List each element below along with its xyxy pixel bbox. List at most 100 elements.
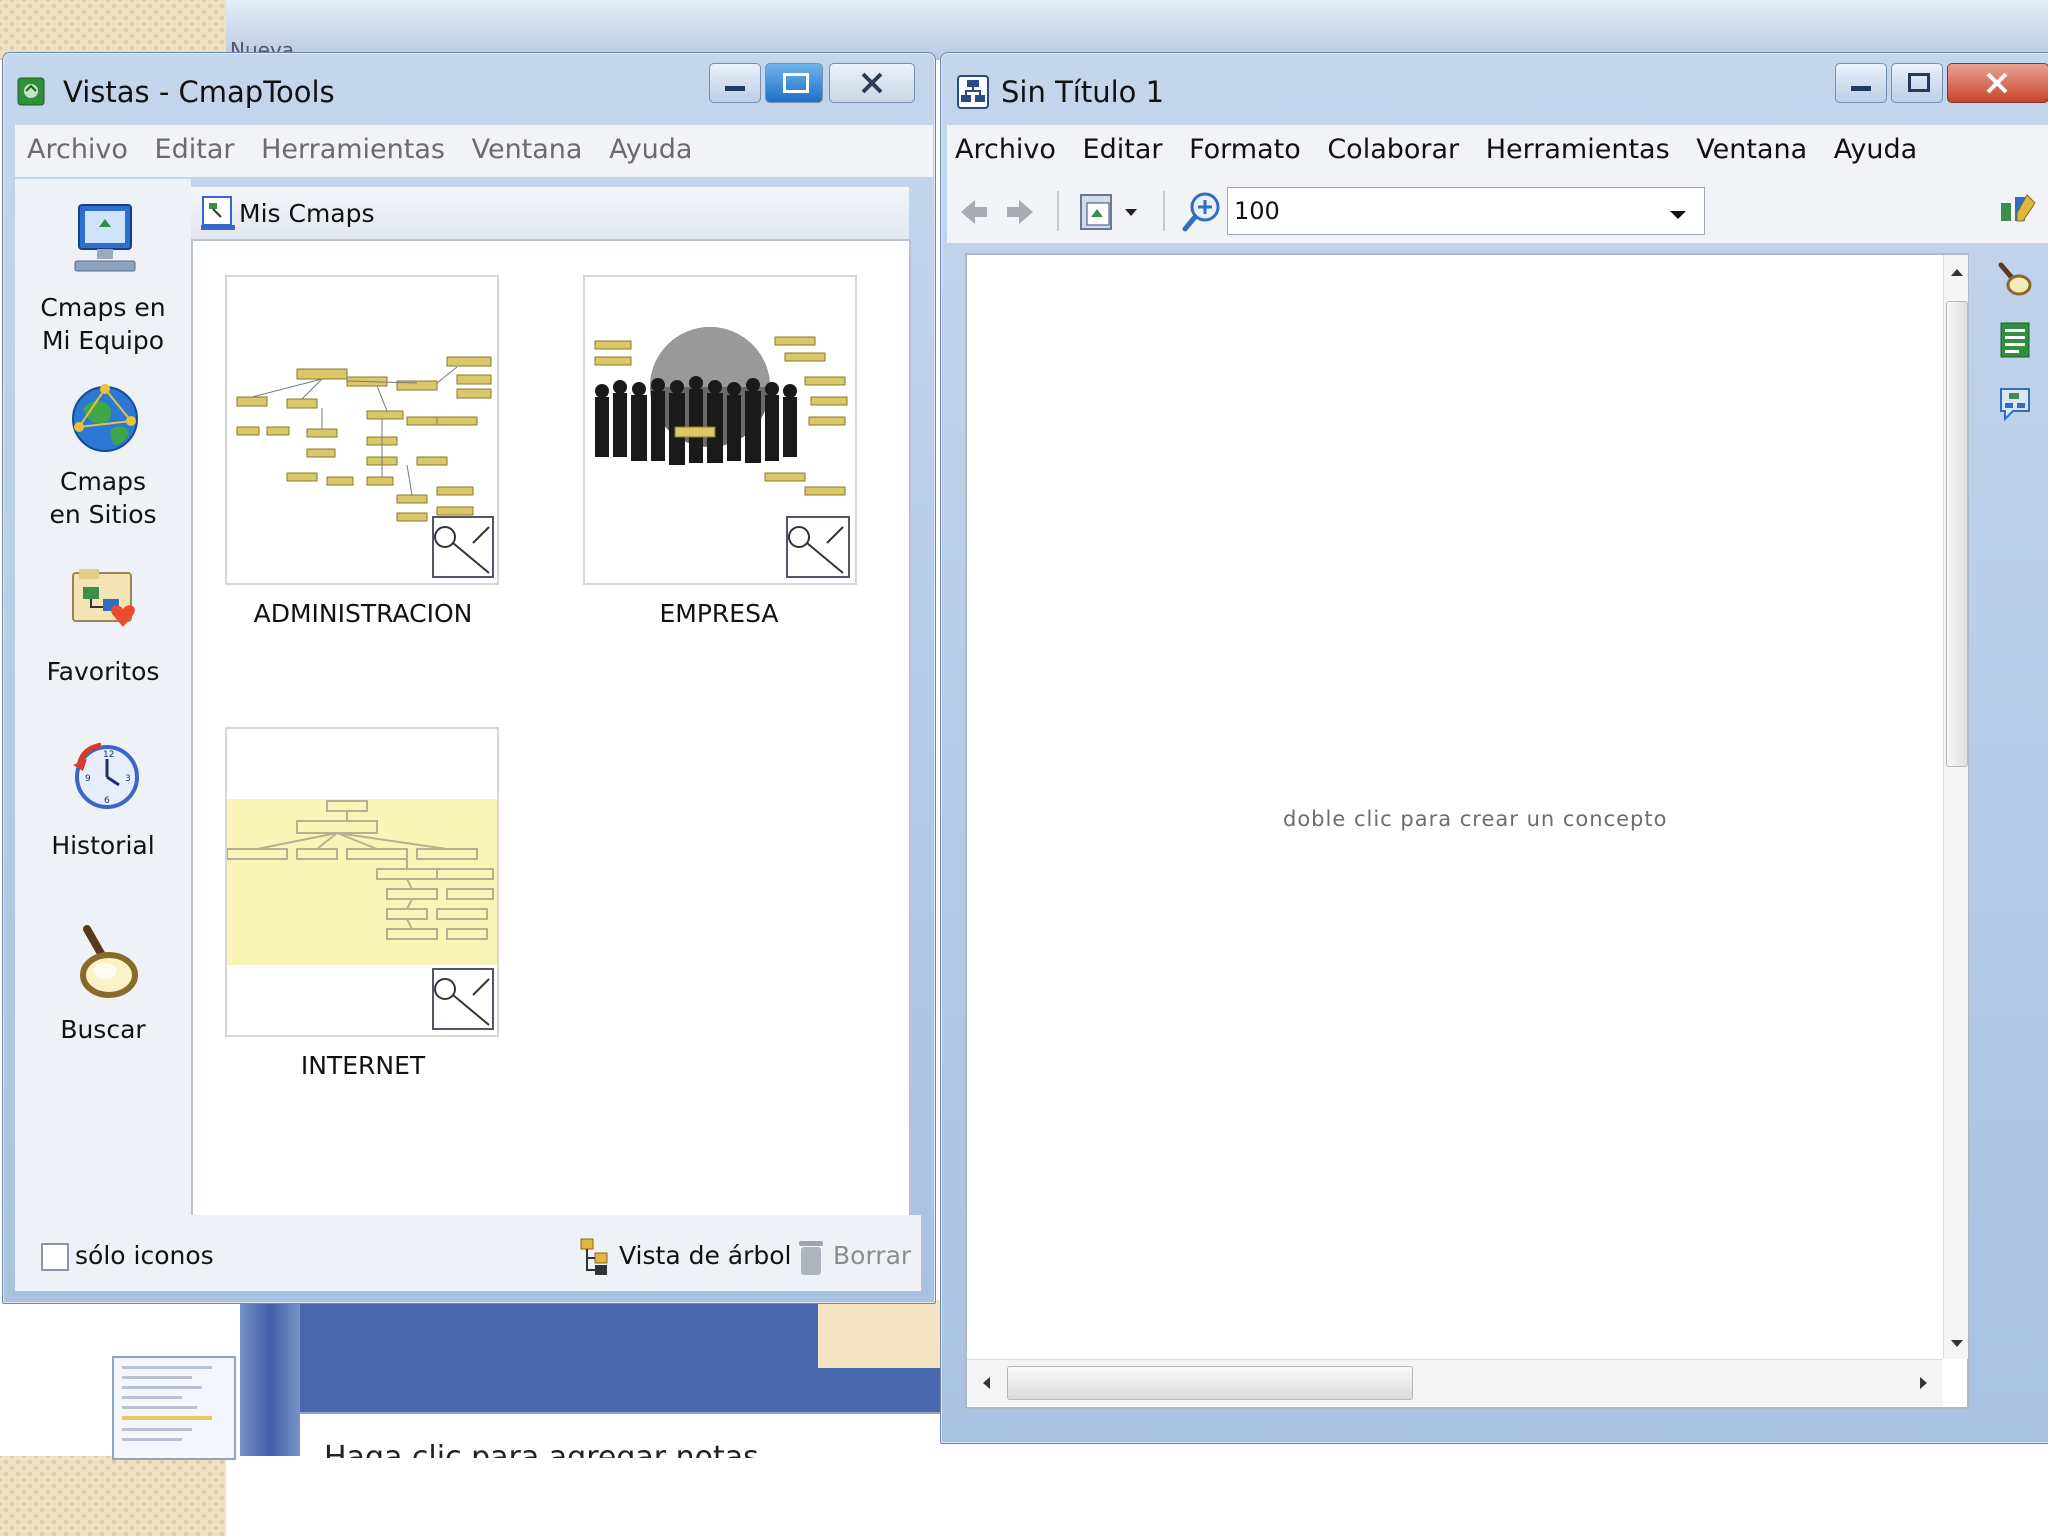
menu-herramientas[interactable]: Herramientas: [1486, 125, 1670, 175]
cmap-item-internet[interactable]: INTERNET: [193, 693, 549, 1113]
editor-window-title: Sin Título 1: [1001, 75, 1165, 109]
delete-label: Borrar: [833, 1241, 912, 1270]
toolbar-separator: [1057, 191, 1059, 231]
sidebar-item-buscar[interactable]: Buscar: [23, 923, 183, 1053]
background-pattern-bottom-left: [0, 1456, 226, 1536]
cmap-name-empresa: EMPRESA: [659, 599, 779, 628]
menu-colaborar[interactable]: Colaborar: [1327, 125, 1459, 175]
chevron-down-icon: [1668, 206, 1688, 225]
menu-editar[interactable]: Editar: [1083, 125, 1163, 175]
solo-iconos-checkbox[interactable]: [41, 1243, 69, 1271]
scroll-down-icon[interactable]: [1950, 1339, 1964, 1349]
menu-formato[interactable]: Formato: [1189, 125, 1301, 175]
back-arrow-icon[interactable]: [959, 197, 989, 231]
sidebar-label-cmaps-en-mi-equipo: Cmaps en Mi Equipo: [40, 293, 166, 355]
cmap-thumbnail: [225, 275, 499, 585]
views-footer: sólo iconos Vista de árbol Borrar: [15, 1215, 921, 1291]
history-clock-icon: 12 3 6 9: [69, 739, 141, 817]
views-titlebar[interactable]: Vistas - CmapTools: [3, 53, 935, 125]
background-slide-beige: [818, 1300, 940, 1368]
cmap-item-empresa[interactable]: EMPRESA: [549, 241, 905, 661]
sidebar-label-historial: Historial: [51, 831, 155, 860]
favorites-icon: [69, 565, 141, 641]
cmap-name-internet: INTERNET: [300, 1051, 426, 1080]
maximize-button[interactable]: [765, 63, 823, 103]
zoom-icon: [1181, 189, 1223, 237]
svg-text:9: 9: [85, 774, 91, 784]
forward-arrow-icon[interactable]: [1005, 197, 1035, 231]
cmap-document-icon: [957, 75, 989, 113]
tree-view-label: Vista de árbol: [619, 1241, 792, 1270]
close-button[interactable]: [1947, 63, 2048, 103]
brush-tool-icon[interactable]: [1995, 259, 2035, 303]
editor-menubar: Archivo Editar Formato Colaborar Herrami…: [947, 125, 2048, 178]
views-sidebar: Cmaps en Mi Equipo Cmaps en Sitios Favor…: [15, 179, 191, 1269]
cmap-folder-icon: [201, 195, 235, 235]
cmaptools-app-icon: [17, 75, 47, 107]
magnifier-icon: [73, 923, 139, 1003]
background-slide-thumbnail: [112, 1356, 236, 1460]
cmaps-list-area: ADMINISTRACION EMPRESA INTERNET: [191, 239, 911, 1267]
globe-network-icon: [69, 381, 141, 461]
menu-herramientas[interactable]: Herramientas: [261, 125, 445, 175]
minimize-button[interactable]: [1835, 63, 1887, 103]
vertical-scrollbar[interactable]: [1943, 255, 1968, 1359]
delete-button[interactable]: Borrar: [797, 1233, 917, 1281]
cmap-name-administracion: ADMINISTRACION: [253, 599, 473, 628]
zoom-value: 100: [1234, 197, 1280, 225]
style-palette-icon[interactable]: [1997, 191, 2037, 231]
sidebar-label-favoritos: Favoritos: [46, 657, 160, 686]
background-app-strip: [226, 0, 2048, 60]
menu-ayuda[interactable]: Ayuda: [609, 125, 692, 175]
menu-ventana[interactable]: Ventana: [1696, 125, 1807, 175]
sidebar-item-favoritos[interactable]: Favoritos: [23, 565, 183, 695]
views-window-title: Vistas - CmapTools: [63, 75, 335, 109]
scroll-right-icon[interactable]: [1919, 1376, 1929, 1390]
horizontal-scrollbar[interactable]: [967, 1359, 1943, 1406]
editor-titlebar[interactable]: Sin Título 1: [941, 53, 2048, 125]
cmap-thumbnail: [583, 275, 857, 585]
sidebar-label-buscar: Buscar: [60, 1015, 146, 1044]
views-menubar: Archivo Editar Herramientas Ventana Ayud…: [15, 125, 933, 178]
canvas-hint-text: doble clic para crear un concepto: [1283, 807, 1668, 831]
sidebar-item-cmaps-en-mi-equipo[interactable]: Cmaps en Mi Equipo: [23, 199, 183, 355]
editor-toolbar: 100: [947, 177, 2048, 243]
background-pattern-top-left: [0, 0, 226, 60]
maximize-button[interactable]: [1891, 63, 1943, 103]
toolbar-separator: [1163, 191, 1165, 231]
close-button[interactable]: [829, 63, 915, 103]
zoom-select[interactable]: 100: [1227, 187, 1705, 235]
sidebar-item-historial[interactable]: 12 3 6 9 Historial: [23, 739, 183, 869]
cmap-thumbnail: [225, 727, 499, 1037]
notes-placeholder[interactable]: Haga clic para agregar notas: [324, 1440, 759, 1458]
sidebar-item-cmaps-en-sitios[interactable]: Cmaps en Sitios: [23, 379, 183, 529]
mis-cmaps-title: Mis Cmaps: [239, 199, 375, 228]
menu-archivo[interactable]: Archivo: [27, 125, 128, 175]
cmap-editor-window: Sin Título 1 Archivo Editar Formato Cola…: [940, 52, 2048, 1444]
tree-view-button[interactable]: Vista de árbol: [579, 1233, 792, 1281]
scroll-left-icon[interactable]: [981, 1376, 991, 1390]
menu-archivo[interactable]: Archivo: [955, 125, 1056, 175]
vertical-scroll-thumb[interactable]: [1946, 301, 1968, 767]
trash-icon: [797, 1235, 825, 1281]
sidebar-label-cmaps-en-sitios: Cmaps en Sitios: [49, 467, 157, 529]
minimize-button[interactable]: [709, 63, 761, 103]
svg-text:12: 12: [103, 750, 114, 760]
background-panel-divider: [240, 1300, 300, 1456]
tree-view-icon: [579, 1237, 613, 1281]
collaboration-icon[interactable]: [1995, 383, 2035, 427]
scroll-up-icon[interactable]: [1950, 267, 1964, 277]
views-dropdown-button[interactable]: [1077, 189, 1147, 235]
menu-ventana[interactable]: Ventana: [472, 125, 583, 175]
horizontal-scroll-thumb[interactable]: [1007, 1366, 1413, 1400]
computer-icon: [73, 203, 137, 283]
cmap-item-administracion[interactable]: ADMINISTRACION: [193, 241, 549, 661]
views-window: Vistas - CmapTools Archivo Editar Herram…: [2, 52, 936, 1304]
background-notes-area: Haga clic para agregar notas: [300, 1412, 940, 1458]
solo-iconos-label: sólo iconos: [75, 1241, 214, 1270]
svg-text:3: 3: [125, 774, 131, 784]
menu-editar[interactable]: Editar: [155, 125, 235, 175]
menu-ayuda[interactable]: Ayuda: [1834, 125, 1917, 175]
document-list-icon[interactable]: [1999, 321, 2033, 365]
cmap-canvas[interactable]: doble clic para crear un concepto: [965, 253, 1969, 1409]
